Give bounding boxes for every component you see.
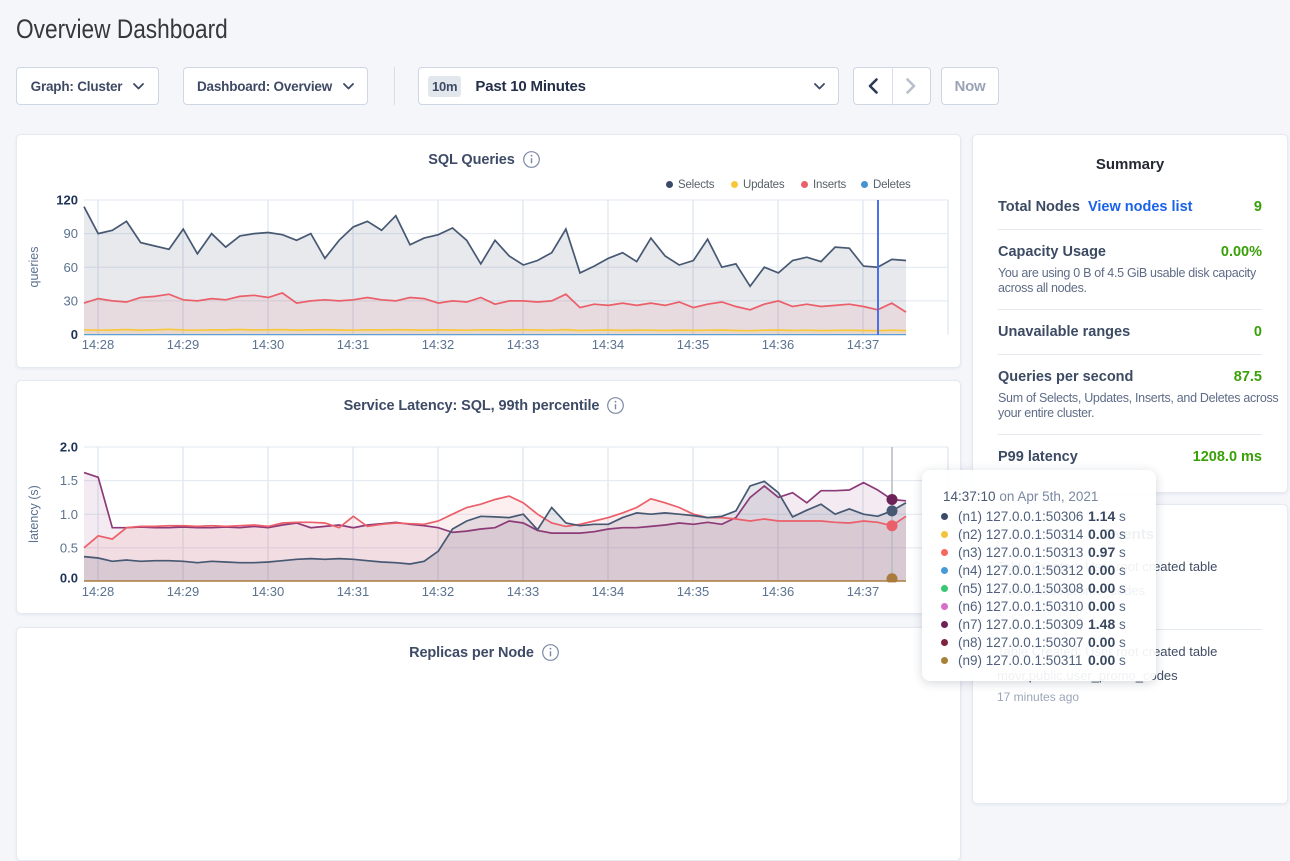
svg-text:14:33: 14:33 (507, 584, 540, 599)
svg-text:14:34: 14:34 (592, 337, 625, 352)
svg-text:14:29: 14:29 (167, 337, 200, 352)
svg-text:14:31: 14:31 (337, 584, 370, 599)
svg-text:14:32: 14:32 (422, 337, 455, 352)
svg-text:0.5: 0.5 (60, 540, 78, 555)
svg-text:60: 60 (64, 260, 78, 275)
svg-text:14:30: 14:30 (252, 337, 285, 352)
svg-text:2.0: 2.0 (60, 440, 78, 455)
svg-text:14:31: 14:31 (337, 337, 370, 352)
svg-text:0: 0 (71, 327, 78, 342)
svg-text:14:30: 14:30 (252, 584, 285, 599)
svg-text:14:37: 14:37 (847, 337, 880, 352)
svg-text:14:35: 14:35 (677, 337, 710, 352)
svg-text:14:35: 14:35 (677, 584, 710, 599)
svg-text:1.5: 1.5 (60, 473, 78, 488)
svg-text:0.0: 0.0 (60, 570, 78, 585)
svg-text:14:28: 14:28 (82, 337, 115, 352)
svg-text:14:34: 14:34 (592, 584, 625, 599)
svg-text:14:36: 14:36 (762, 584, 795, 599)
svg-text:14:37: 14:37 (847, 584, 880, 599)
svg-text:14:32: 14:32 (422, 584, 455, 599)
svg-text:14:28: 14:28 (82, 584, 115, 599)
svg-text:queries: queries (27, 247, 41, 288)
svg-text:14:33: 14:33 (507, 337, 540, 352)
svg-text:90: 90 (64, 226, 78, 241)
svg-text:120: 120 (56, 193, 78, 208)
svg-text:14:36: 14:36 (762, 337, 795, 352)
svg-text:latency (s): latency (s) (27, 485, 41, 543)
svg-text:1.0: 1.0 (60, 507, 78, 522)
svg-text:14:29: 14:29 (167, 584, 200, 599)
svg-text:30: 30 (64, 293, 78, 308)
